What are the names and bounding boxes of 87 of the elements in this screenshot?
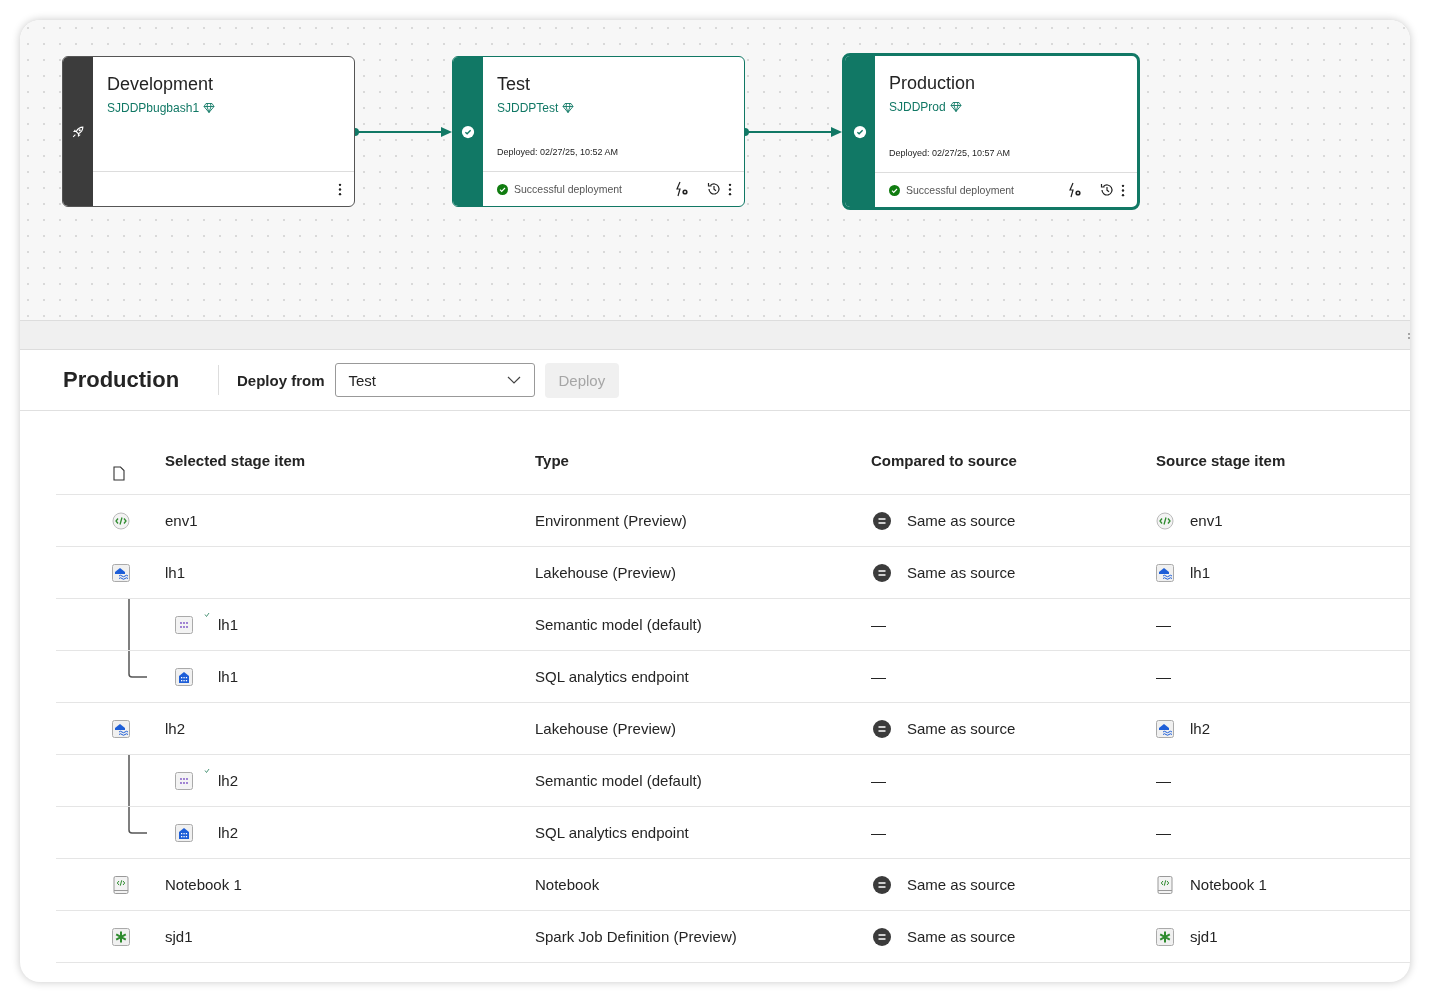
item-name: sjd1 [165, 928, 193, 945]
history-icon[interactable] [706, 181, 722, 197]
more-options-icon[interactable] [728, 182, 732, 196]
source-item-name: env1 [1190, 512, 1223, 529]
document-icon [113, 465, 125, 481]
comparison-status: Same as source [907, 876, 1016, 893]
source-item-name: lh2 [1190, 720, 1211, 737]
workspace-link[interactable]: SJDDPTest [497, 101, 559, 115]
comparison-status: — [871, 668, 886, 685]
comparison-status: Same as source [907, 512, 1016, 529]
stage-card[interactable]: Production SJDDProd Deployed: 02/27/25, 10:57 AM Successful deployment [842, 53, 1140, 210]
column-header: Selected stage item [165, 452, 307, 471]
source-item-name: — [1156, 668, 1171, 685]
comparison-status: — [871, 772, 886, 789]
success-check-icon [889, 184, 900, 196]
item-type: SQL analytics endpoint [534, 668, 690, 685]
notebook-icon [1156, 875, 1174, 894]
deployed-timestamp: Deployed: 02/27/25, 10:57 AM [889, 148, 1011, 158]
item-name: lh2 [218, 772, 239, 789]
source-item-name: lh1 [1190, 564, 1211, 581]
comparison-status: Same as source [907, 564, 1016, 581]
tick-mark-icon [204, 768, 210, 774]
more-options-icon[interactable] [1121, 183, 1125, 197]
rocket-icon [71, 124, 85, 139]
deploy-from-dropdown[interactable]: Test [334, 363, 535, 397]
workspace-link[interactable]: SJDDPbugbash1 [107, 101, 200, 115]
item-type: Lakehouse (Preview) [534, 564, 677, 581]
comparison-status: Same as source [907, 720, 1016, 737]
item-name: Notebook 1 [165, 876, 242, 893]
house-waves-icon [112, 563, 130, 582]
comparison-status: — [871, 616, 886, 633]
tick-mark-icon [204, 612, 210, 618]
success-check-icon [497, 183, 508, 195]
source-item-name: — [1156, 616, 1171, 633]
diamond-icon [949, 101, 962, 113]
code-circle-icon [112, 511, 130, 530]
diamond-icon [203, 102, 216, 114]
house-waves-icon [1156, 563, 1174, 582]
comparison-status: Same as source [907, 928, 1016, 945]
source-item-name: Notebook 1 [1190, 876, 1267, 893]
building-icon [175, 823, 193, 842]
item-name: lh1 [218, 616, 239, 633]
asterisk-icon [112, 927, 130, 946]
stage-title: Production [889, 73, 977, 94]
source-item-name: — [1156, 824, 1171, 841]
stage-title: Development [107, 74, 215, 95]
diamond-icon [562, 102, 575, 114]
item-type: Lakehouse (Preview) [534, 720, 677, 737]
column-header: Compared to source [871, 452, 1018, 469]
check-circle-icon [853, 124, 867, 139]
more-options-icon[interactable] [338, 182, 342, 196]
code-circle-icon [1156, 511, 1174, 530]
stage-title: Test [497, 74, 531, 95]
item-type: Semantic model (default) [534, 616, 703, 633]
item-type: Environment (Preview) [534, 512, 688, 529]
dot-grid-icon [175, 615, 193, 634]
item-type: Notebook [534, 876, 601, 893]
deploy-from-label: Deploy from [237, 371, 325, 389]
chevron-down-icon [506, 376, 521, 384]
stage-heading: Production [63, 367, 181, 393]
dot-grid-icon [175, 771, 193, 790]
notebook-icon [112, 875, 130, 894]
stage-card[interactable]: Test SJDDPTest Deployed: 02/27/25, 10:52 AM Successful deployment [452, 56, 745, 207]
asterisk-icon [1156, 927, 1174, 946]
check-circle-icon [461, 124, 475, 139]
item-name: lh1 [165, 564, 186, 581]
item-type: SQL analytics endpoint [534, 824, 690, 841]
building-icon [175, 667, 193, 686]
item-name: lh2 [165, 720, 186, 737]
house-waves-icon [1156, 719, 1174, 738]
item-type: Spark Job Definition (Preview) [534, 928, 738, 945]
item-name: env1 [165, 512, 198, 529]
item-type: Semantic model (default) [534, 772, 703, 789]
deployed-timestamp: Deployed: 02/27/25, 10:52 AM [497, 147, 619, 157]
workspace-link[interactable]: SJDDProd [889, 100, 946, 114]
deployment-status: Successful deployment [906, 184, 1015, 196]
comparison-status: — [871, 824, 886, 841]
item-name: lh2 [218, 824, 239, 841]
column-header: Source stage item [1155, 452, 1287, 469]
item-name: lh1 [218, 668, 239, 685]
stage-card[interactable]: Development SJDDPbugbash1 [62, 56, 355, 207]
column-header: Type [534, 452, 570, 469]
source-item-name: sjd1 [1190, 928, 1218, 945]
deployment-status: Successful deployment [514, 183, 623, 195]
house-waves-icon [112, 719, 130, 738]
history-icon[interactable] [1099, 182, 1115, 198]
source-item-name: — [1156, 772, 1171, 789]
